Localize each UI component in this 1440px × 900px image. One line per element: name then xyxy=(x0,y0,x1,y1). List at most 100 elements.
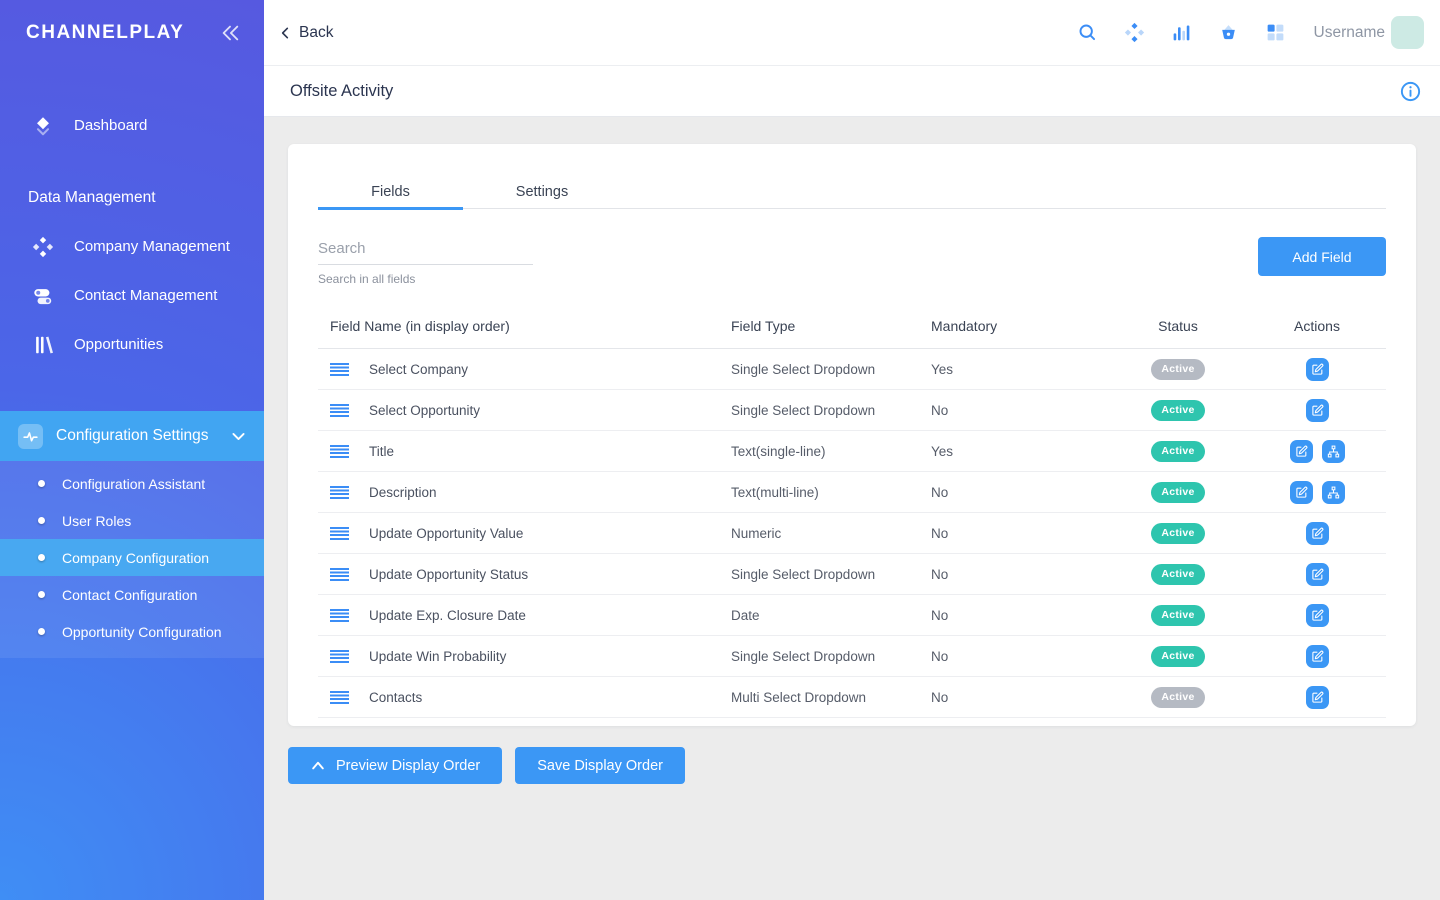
grid-icon[interactable] xyxy=(1265,22,1286,43)
search-row: Search in all fields Add Field xyxy=(318,237,1386,286)
sidebar-subitem-label: Configuration Assistant xyxy=(62,476,205,492)
sidebar-subitem-company-configuration[interactable]: Company Configuration xyxy=(0,539,264,576)
field-name-cell: Select Company xyxy=(318,362,731,377)
edit-field-button[interactable] xyxy=(1306,399,1329,422)
field-name-text: Select Opportunity xyxy=(369,403,480,418)
hierarchy-icon xyxy=(1327,445,1340,458)
mandatory-cell: No xyxy=(931,403,1108,418)
sidebar-subitem-contact-configuration[interactable]: Contact Configuration xyxy=(0,576,264,613)
search-icon[interactable] xyxy=(1077,22,1098,43)
search-input[interactable] xyxy=(318,237,533,265)
sidebar-item-company-management[interactable]: Company Management xyxy=(0,222,264,271)
sidebar-item-contact-management[interactable]: Contact Management xyxy=(0,271,264,320)
footer-actions: Preview Display Order Save Display Order xyxy=(288,747,1416,784)
sidebar-item-configuration-settings[interactable]: Configuration Settings xyxy=(0,411,264,461)
actions-cell xyxy=(1248,563,1386,586)
table-row: Select OpportunitySingle Select Dropdown… xyxy=(318,390,1386,431)
fields-table: Field Name (in display order) Field Type… xyxy=(318,310,1386,718)
edit-field-button[interactable] xyxy=(1306,604,1329,627)
field-type-cell: Single Select Dropdown xyxy=(731,567,931,582)
actions-cell xyxy=(1248,440,1386,463)
tab-fields[interactable]: Fields xyxy=(318,176,463,208)
drag-handle-icon[interactable] xyxy=(330,404,349,417)
bullet-icon xyxy=(38,480,45,487)
sidebar-section-data-management: Data Management xyxy=(0,174,264,222)
table-row: Select CompanySingle Select DropdownYesA… xyxy=(318,349,1386,390)
sidebar-subitem-configuration-assistant[interactable]: Configuration Assistant xyxy=(0,465,264,502)
table-header-row: Field Name (in display order) Field Type… xyxy=(318,310,1386,349)
field-name-cell: Title xyxy=(318,444,731,459)
mandatory-cell: No xyxy=(931,485,1108,500)
status-cell: Active xyxy=(1108,687,1248,708)
column-header-field-name: Field Name (in display order) xyxy=(318,318,731,334)
drag-handle-icon[interactable] xyxy=(330,568,349,581)
edit-field-button[interactable] xyxy=(1306,563,1329,586)
tab-settings[interactable]: Settings xyxy=(463,176,621,208)
status-cell: Active xyxy=(1108,482,1248,503)
status-badge: Active xyxy=(1151,564,1204,585)
sidebar-item-opportunities[interactable]: Opportunities xyxy=(0,320,264,369)
edit-icon xyxy=(1295,445,1308,458)
drag-handle-icon[interactable] xyxy=(330,363,349,376)
save-display-order-label: Save Display Order xyxy=(537,758,663,774)
preview-display-order-button[interactable]: Preview Display Order xyxy=(288,747,502,784)
status-badge: Active xyxy=(1151,523,1204,544)
status-cell: Active xyxy=(1108,564,1248,585)
actions-cell xyxy=(1248,645,1386,668)
chevron-up-icon xyxy=(310,758,326,774)
field-type-cell: Single Select Dropdown xyxy=(731,362,931,377)
sidebar-subitem-label: Company Configuration xyxy=(62,550,209,566)
sidebar: CHANNELPLAY Dashboard Data Management xyxy=(0,0,264,900)
table-row: Update Opportunity StatusSingle Select D… xyxy=(318,554,1386,595)
field-type-cell: Text(multi-line) xyxy=(731,485,931,500)
column-header-status: Status xyxy=(1108,318,1248,334)
bullet-icon xyxy=(38,628,45,635)
topbar-right: Username xyxy=(1051,16,1425,49)
info-icon xyxy=(1399,80,1422,103)
drag-handle-icon[interactable] xyxy=(330,650,349,663)
bar-chart-icon[interactable] xyxy=(1171,22,1192,43)
sidebar-subitem-user-roles[interactable]: User Roles xyxy=(0,502,264,539)
basket-icon[interactable] xyxy=(1218,22,1239,43)
collapse-icon xyxy=(220,23,240,43)
sidebar-subitem-opportunity-configuration[interactable]: Opportunity Configuration xyxy=(0,613,264,650)
table-row: TitleText(single-line)YesActive xyxy=(318,431,1386,472)
drag-handle-icon[interactable] xyxy=(330,445,349,458)
save-display-order-button[interactable]: Save Display Order xyxy=(515,747,685,784)
avatar[interactable] xyxy=(1391,16,1424,49)
info-button[interactable] xyxy=(1399,80,1422,103)
mandatory-cell: No xyxy=(931,608,1108,623)
field-name-text: Description xyxy=(369,485,437,500)
drag-handle-icon[interactable] xyxy=(330,527,349,540)
edit-field-button[interactable] xyxy=(1306,358,1329,381)
edit-field-button[interactable] xyxy=(1290,440,1313,463)
table-row: ContactsMulti Select DropdownNoActive xyxy=(318,677,1386,718)
edit-icon xyxy=(1311,609,1324,622)
sidebar-logo-row: CHANNELPLAY xyxy=(0,0,264,66)
drag-handle-icon[interactable] xyxy=(330,486,349,499)
column-header-actions: Actions xyxy=(1248,318,1386,334)
add-field-button[interactable]: Add Field xyxy=(1258,237,1386,276)
sidebar-item-dashboard[interactable]: Dashboard xyxy=(0,101,264,150)
field-hierarchy-button[interactable] xyxy=(1322,481,1345,504)
bullet-icon xyxy=(38,591,45,598)
topbar: Back xyxy=(264,0,1440,66)
back-chevron-icon xyxy=(278,25,294,41)
edit-field-button[interactable] xyxy=(1306,686,1329,709)
table-row: Update Win ProbabilitySingle Select Drop… xyxy=(318,636,1386,677)
status-cell: Active xyxy=(1108,523,1248,544)
sidebar-collapse-button[interactable] xyxy=(220,23,240,43)
actions-cell xyxy=(1248,686,1386,709)
status-cell: Active xyxy=(1108,646,1248,667)
edit-field-button[interactable] xyxy=(1290,481,1313,504)
edit-field-button[interactable] xyxy=(1306,522,1329,545)
preview-display-order-label: Preview Display Order xyxy=(336,758,480,774)
back-button[interactable]: Back xyxy=(278,24,333,42)
drag-handle-icon[interactable] xyxy=(330,691,349,704)
field-hierarchy-button[interactable] xyxy=(1322,440,1345,463)
edit-field-button[interactable] xyxy=(1306,645,1329,668)
drag-handle-icon[interactable] xyxy=(330,609,349,622)
diamonds-icon[interactable] xyxy=(1124,22,1145,43)
username-label: Username xyxy=(1314,24,1386,42)
field-type-cell: Numeric xyxy=(731,526,931,541)
